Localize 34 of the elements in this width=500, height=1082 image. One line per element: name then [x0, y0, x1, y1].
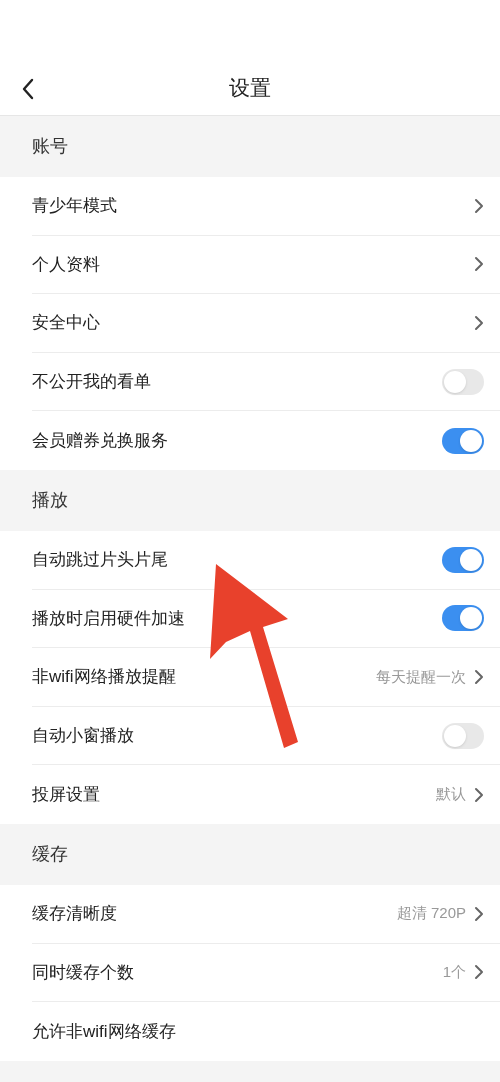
toggle-switch[interactable]	[442, 605, 484, 632]
setting-label[interactable]: 不公开我的看单	[32, 368, 151, 395]
setting-label[interactable]: 自动小窗播放	[32, 722, 134, 749]
setting-label[interactable]: 安全中心	[32, 310, 100, 336]
back-icon[interactable]	[21, 78, 35, 100]
row-value: 每天提醒一次	[376, 666, 466, 687]
setting-label[interactable]: 会员赠券兑换服务	[32, 427, 168, 454]
setting-label[interactable]: 非wifi网络播放提醒	[32, 664, 176, 690]
setting-label[interactable]: 个人资料	[32, 251, 100, 278]
chevron-right-icon	[474, 315, 484, 331]
toggle-switch[interactable]	[442, 722, 484, 749]
chevron-right-icon	[474, 905, 484, 922]
toggle-switch[interactable]	[442, 427, 484, 454]
toggle-switch[interactable]	[442, 546, 484, 573]
setting-label[interactable]: 同时缓存个数	[32, 959, 134, 986]
row-value: 超清 720P	[396, 903, 466, 924]
page-title: 设置	[229, 74, 271, 101]
setting-label[interactable]: 自动跳过片头片尾	[32, 547, 168, 573]
section-title: 播放	[32, 488, 68, 512]
chevron-right-icon	[474, 964, 484, 981]
chevron-right-icon	[474, 197, 484, 214]
chevron-right-icon	[474, 786, 484, 803]
setting-label[interactable]: 缓存清晰度	[32, 901, 117, 927]
chevron-right-icon	[474, 668, 484, 685]
setting-label[interactable]: 青少年模式	[32, 193, 117, 219]
setting-label[interactable]: 播放时启用硬件加速	[32, 605, 185, 632]
section-title: 账号	[32, 135, 68, 158]
chevron-right-icon	[474, 256, 484, 273]
row-value: 默认	[436, 784, 466, 805]
toggle-switch[interactable]	[442, 368, 484, 395]
section-title: 缓存	[32, 842, 68, 866]
row-value: 1个	[442, 962, 466, 983]
setting-label[interactable]: 允许非wifi网络缓存	[32, 1018, 176, 1045]
setting-label[interactable]: 投屏设置	[32, 781, 100, 808]
